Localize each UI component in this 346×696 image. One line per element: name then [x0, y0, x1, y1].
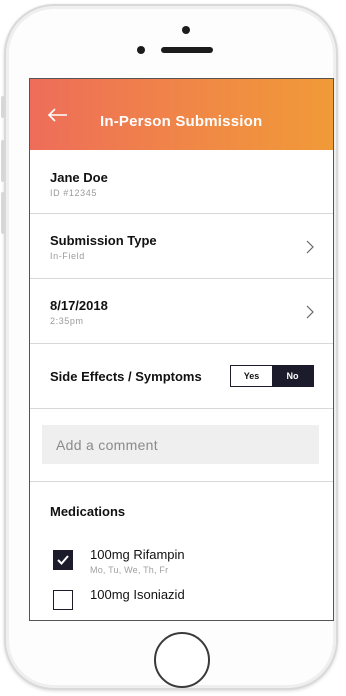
medication-name: 100mg Isoniazid [90, 587, 185, 602]
medication-name: 100mg Rifampin [90, 547, 185, 562]
chevron-right-icon [306, 240, 314, 254]
mute-switch [1, 96, 5, 118]
date-row[interactable]: 8/17/2018 2:35pm [30, 279, 333, 344]
earpiece-speaker [161, 47, 213, 53]
no-option[interactable]: No [272, 366, 313, 386]
front-sensor [182, 26, 190, 34]
submission-date: 8/17/2018 [50, 298, 108, 313]
app-header: In-Person Submission [30, 79, 333, 150]
back-arrow-icon[interactable] [46, 103, 70, 127]
medication-item: 100mg Isoniazid [50, 587, 333, 620]
submission-type-value: In-Field [50, 251, 85, 261]
submission-time: 2:35pm [50, 316, 84, 326]
side-effects-row: Side Effects / Symptoms Yes No [30, 344, 333, 409]
medications-section: Medications 100mg Rifampin Mo, Tu, We, T… [30, 482, 333, 620]
medication-checkbox[interactable] [53, 550, 73, 570]
patient-name: Jane Doe [50, 170, 108, 185]
checkmark-icon [57, 555, 69, 565]
front-camera [137, 46, 145, 54]
comment-row [30, 409, 333, 482]
comment-input[interactable] [42, 425, 319, 464]
volume-up-button [1, 140, 5, 182]
patient-row: Jane Doe ID #12345 [30, 150, 333, 214]
volume-down-button [1, 192, 5, 234]
home-button[interactable] [154, 632, 210, 688]
app-screen: In-Person Submission Jane Doe ID #12345 … [29, 78, 334, 621]
page-title: In-Person Submission [100, 113, 263, 130]
chevron-right-icon [306, 305, 314, 319]
submission-type-label: Submission Type [50, 233, 157, 248]
patient-id: ID #12345 [50, 188, 97, 198]
yes-option[interactable]: Yes [231, 366, 272, 386]
medications-title: Medications [50, 504, 126, 519]
submission-type-row[interactable]: Submission Type In-Field [30, 214, 333, 279]
yes-no-toggle: Yes No [230, 365, 314, 387]
medication-item: 100mg Rifampin Mo, Tu, We, Th, Fr [50, 547, 333, 587]
medication-days: Mo, Tu, We, Th, Fr [90, 565, 169, 575]
medication-checkbox[interactable] [53, 590, 73, 610]
